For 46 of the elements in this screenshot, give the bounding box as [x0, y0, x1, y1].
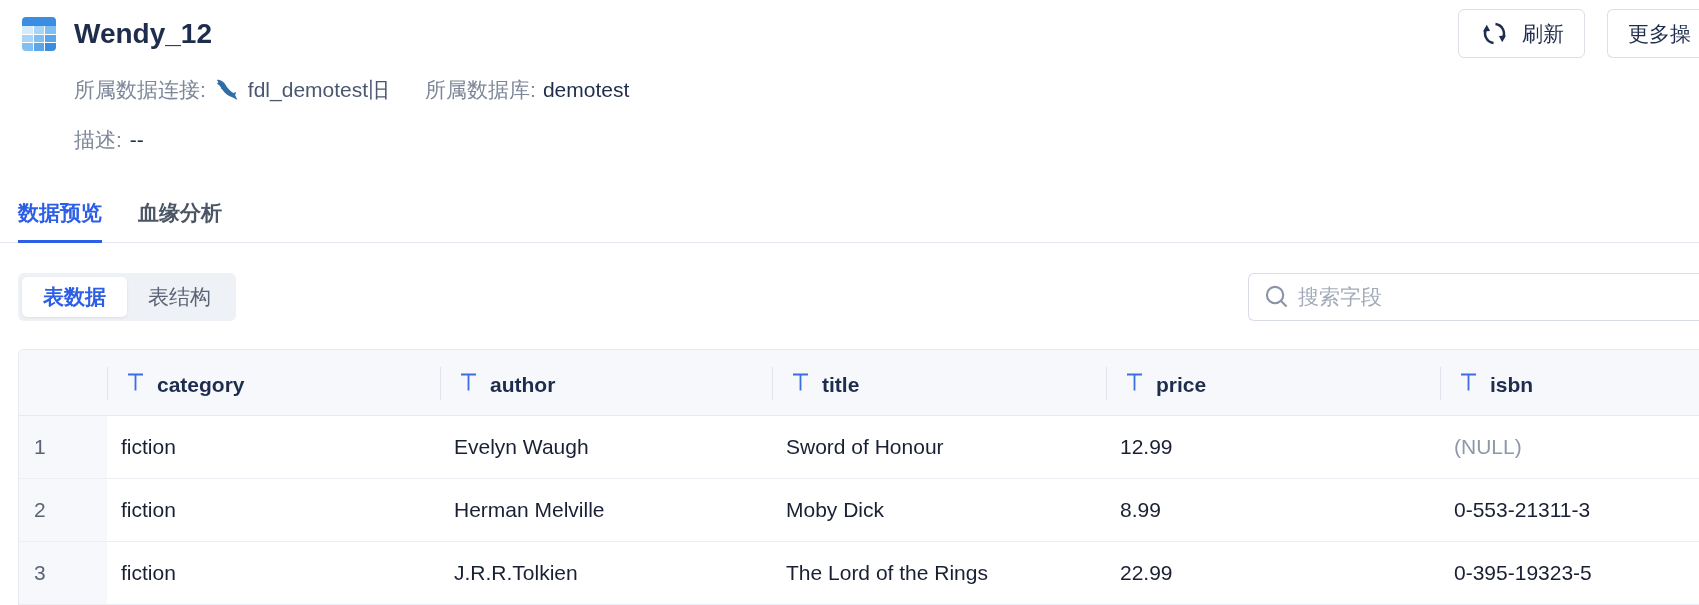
description-value: --	[129, 128, 144, 152]
meta-label: 所属数据连接:	[74, 77, 206, 103]
table-cell-text: Moby Dick	[785, 497, 886, 523]
row-number: 3	[19, 542, 107, 604]
text-type-icon	[127, 372, 144, 391]
table-cell-text: 12.99	[1119, 434, 1174, 460]
row-number: 1	[19, 416, 107, 478]
column-header: category	[157, 373, 245, 397]
column-header: title	[822, 373, 860, 397]
column-header: isbn	[1490, 373, 1534, 397]
table-cell-text: 22.99	[1119, 560, 1174, 586]
text-type-icon	[1460, 372, 1477, 391]
table-cell-text: J.R.R.Tolkien	[453, 560, 579, 586]
refresh-icon	[1482, 21, 1507, 46]
table-cell-text: Sword of Honour	[785, 434, 945, 460]
table-cell-text: 8.99	[1119, 497, 1162, 523]
table-cell-text: fiction	[120, 560, 177, 586]
view-toggle-option[interactable]: 表数据	[22, 277, 127, 317]
table-cell-text: Herman Melville	[453, 497, 606, 523]
connection-name: fdl_demotest旧	[247, 77, 390, 104]
table-cell-text: 0-395-19323-5	[1453, 560, 1593, 586]
view-toggle-option[interactable]: 表结构	[127, 277, 232, 317]
search-field[interactable]: 搜索字段	[1248, 273, 1699, 321]
meta-label: 所属数据库:	[425, 77, 536, 103]
column-header: price	[1156, 373, 1207, 397]
search-icon	[1265, 285, 1288, 308]
text-type-icon	[460, 372, 477, 391]
table-icon	[22, 16, 56, 51]
table-cell-text: (NULL)	[1453, 434, 1523, 460]
text-type-icon	[792, 372, 809, 391]
table-cell-text: 0-553-21311-3	[1453, 497, 1592, 523]
database-name: demotest	[542, 78, 630, 102]
page-title: Wendy_12	[74, 16, 212, 51]
dolphin-icon	[214, 77, 238, 103]
text-type-icon	[1126, 372, 1143, 391]
tab[interactable]: 血缘分析	[138, 185, 222, 243]
description-label: 描述:	[74, 127, 122, 153]
table-cell-text: The Lord of the Rings	[785, 560, 989, 586]
table-cell-text: fiction	[120, 497, 177, 523]
row-number: 2	[19, 479, 107, 541]
table-cell-text: Evelyn Waugh	[453, 434, 590, 460]
column-header: author	[490, 373, 556, 397]
refresh-button[interactable]: 刷新	[1458, 9, 1585, 58]
table-cell-text: fiction	[120, 434, 177, 460]
more-actions-button[interactable]: 更多操	[1607, 9, 1699, 58]
tab[interactable]: 数据预览	[18, 185, 102, 243]
